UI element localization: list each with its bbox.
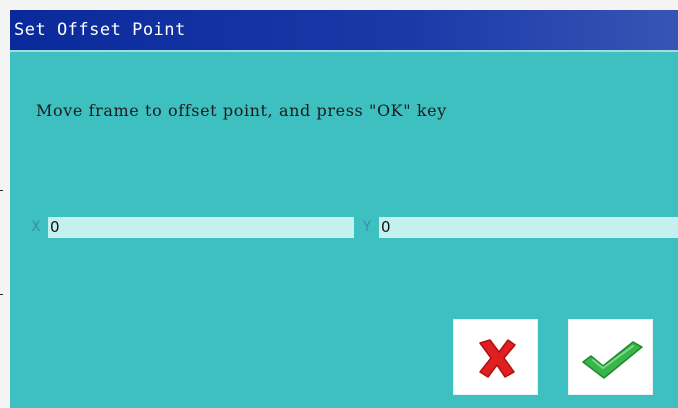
cancel-button[interactable] (453, 319, 538, 395)
x-offset-field: X 0 (24, 217, 354, 238)
red-x-cancel-icon (479, 339, 516, 378)
dialog-title: Set Offset Point (14, 20, 186, 40)
edge-tick-mark: ╴ (0, 186, 7, 197)
instruction-message: Move frame to offset point, and press "O… (36, 101, 447, 120)
dialog-title-bar: Set Offset Point (10, 10, 678, 52)
x-offset-input[interactable]: 0 (48, 217, 354, 238)
y-offset-field: Y 0 (355, 217, 678, 238)
edge-tick-mark: ╴ (0, 290, 7, 301)
ok-button[interactable] (568, 319, 653, 395)
screen-background: Set Offset Point Move frame to offset po… (0, 0, 678, 408)
y-axis-label: Y (362, 219, 372, 235)
x-axis-label: X (31, 219, 41, 235)
green-check-ok-icon (582, 341, 643, 379)
set-offset-point-dialog: Set Offset Point Move frame to offset po… (10, 10, 678, 408)
y-offset-input[interactable]: 0 (379, 217, 678, 238)
